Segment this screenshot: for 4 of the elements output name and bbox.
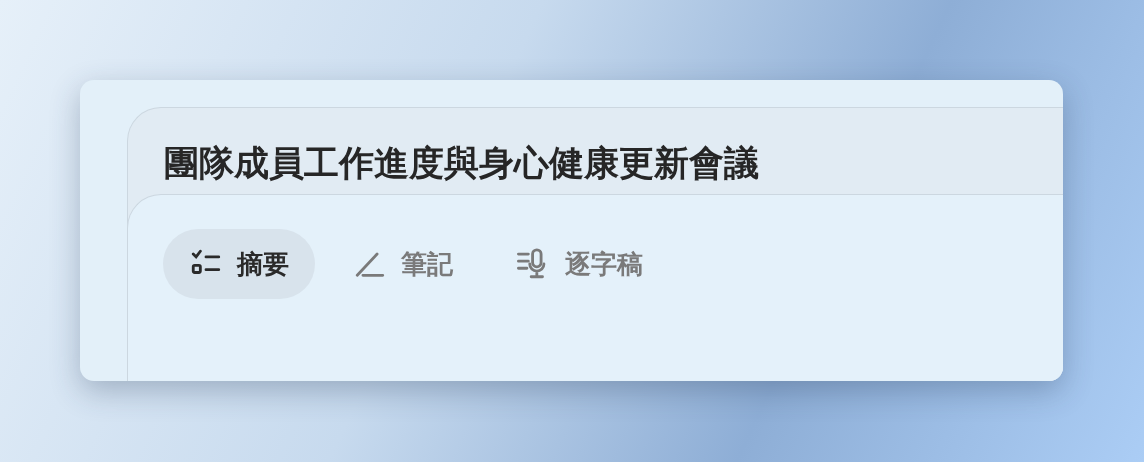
- tab[interactable]: 筆記: [327, 229, 479, 299]
- tab[interactable]: 摘要: [163, 229, 315, 299]
- meeting-title: 團隊成員工作進度與身心健康更新會議: [163, 142, 760, 185]
- tab[interactable]: 逐字稿: [491, 229, 669, 299]
